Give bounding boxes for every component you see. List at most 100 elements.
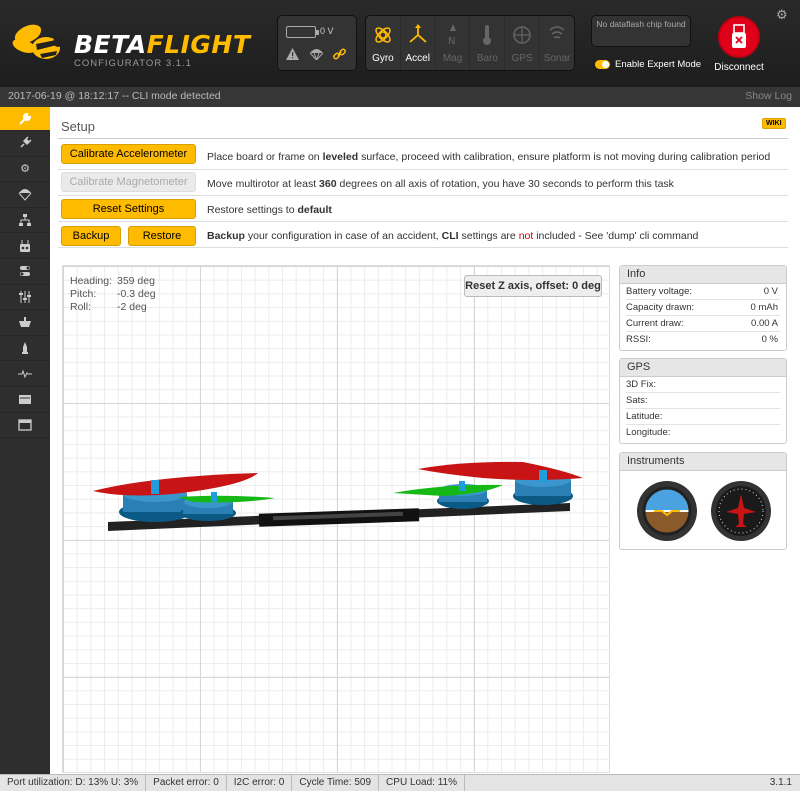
gps-row: Sats: (626, 393, 780, 409)
modes-icon (20, 266, 30, 277)
bee-icon (12, 24, 63, 59)
page-title: Setup (61, 119, 95, 134)
thermometer-icon (483, 25, 492, 45)
wrench-icon (19, 112, 32, 125)
blackbox-icon (19, 395, 31, 405)
nav-pid[interactable] (0, 208, 50, 234)
logo: BETAFLIGHT CONFIGURATOR 3.1.1 (10, 14, 250, 74)
svg-text:N: N (448, 36, 455, 46)
calibrate-magnetometer-button[interactable]: Calibrate Magnetometer (61, 172, 196, 192)
nav-failsafe[interactable] (0, 182, 50, 208)
dataflash-status: No dataflash chip found (591, 15, 691, 47)
show-log-link[interactable]: Show Log (745, 90, 792, 104)
nav-blackbox[interactable] (0, 387, 50, 413)
port-utilization: Port utilization: D: 13% U: 3% (0, 775, 147, 791)
sidebar-nav: ⚙ (0, 107, 50, 774)
row-divider (58, 195, 788, 196)
usb-icon (732, 24, 746, 48)
nav-receiver[interactable] (0, 233, 50, 259)
model-view: Heading: 359 deg Pitch: -0.3 deg Roll: -2 d… (62, 265, 610, 773)
sensor-mag: N Mag (436, 16, 471, 70)
disconnect-label[interactable]: Disconnect (705, 62, 773, 73)
log-status-bar: 2017-06-19 @ 18:12:17 -- CLI mode detect… (0, 87, 800, 107)
sliders-icon (19, 290, 31, 303)
nav-ports[interactable] (0, 131, 50, 157)
heading-indicator (711, 481, 771, 541)
cycle-time: Cycle Time: 509 (292, 775, 380, 791)
info-row: Capacity drawn: 0 mAh (626, 300, 780, 316)
sensor-accel: Accel (401, 16, 436, 70)
backup-description: Backup your configuration in case of an … (207, 230, 699, 242)
calibrate-magnetometer-description: Move multirotor at least 360 degrees on … (207, 178, 674, 190)
cli-icon (18, 419, 32, 431)
network-icon (19, 214, 31, 227)
title-divider (58, 138, 788, 139)
receiver-icon (20, 239, 30, 252)
compass-icon: N (448, 24, 456, 46)
battery-icon (286, 26, 319, 38)
sensor-gps: GPS (505, 16, 541, 70)
setup-tab-content: Setup WIKI Calibrate Accelerometer Place… (50, 107, 800, 774)
parachute-icon (18, 189, 32, 202)
log-line: 2017-06-19 @ 18:12:17 -- CLI mode detect… (8, 90, 221, 102)
motor-icon (19, 317, 31, 328)
expert-mode-label: Enable Expert Mode (615, 59, 702, 70)
sonar-icon (549, 26, 565, 39)
gps-row: 3D Fix: (626, 377, 780, 393)
app-version-subtitle: CONFIGURATOR 3.1.1 (74, 58, 192, 69)
reset-settings-button[interactable]: Reset Settings (61, 199, 196, 219)
nav-adjustments[interactable] (0, 285, 50, 311)
nav-modes[interactable] (0, 259, 50, 285)
toggle-switch[interactable] (595, 60, 610, 69)
nav-cli[interactable] (0, 413, 50, 439)
warning-icon (286, 48, 299, 60)
plug-icon (20, 136, 32, 148)
app-name: BETAFLIGHT (74, 30, 251, 59)
link-icon (333, 48, 346, 60)
attitude-indicator (637, 481, 697, 541)
sensor-sonar: Sonar (540, 16, 574, 70)
disconnect-button[interactable] (718, 16, 760, 58)
instruments-panel: Instruments (619, 452, 787, 550)
gyro-icon (375, 27, 391, 43)
settings-gear-icon[interactable]: ⚙ (776, 7, 788, 23)
info-panel: Info Battery voltage: 0 V Capacity drawn:… (619, 265, 787, 351)
expert-mode-toggle[interactable]: Enable Expert Mode (595, 59, 701, 70)
row-divider (58, 221, 788, 222)
gps-panel-title: GPS (620, 359, 786, 377)
info-row: RSSI: 0 % (626, 334, 778, 345)
gps-row: Latitude: (626, 409, 780, 425)
packet-error: Packet error: 0 (146, 775, 227, 791)
gps-panel: GPS 3D Fix: Sats: Latitude: Longitude: (619, 358, 787, 444)
cpu-load: CPU Load: 11% (379, 775, 466, 791)
parachute-icon (310, 49, 323, 60)
calibrate-accelerometer-button[interactable]: Calibrate Accelerometer (61, 144, 196, 164)
sensors-icon (18, 369, 32, 378)
sensor-indicators: Gyro Accel N Mag Baro GPS Sonar (365, 15, 575, 71)
quadcopter-model (93, 461, 583, 531)
nav-led-strip[interactable] (0, 336, 50, 362)
footer-status-bar: Port utilization: D: 13% U: 3% Packet er… (0, 774, 800, 791)
reset-settings-description: Restore settings to default (207, 204, 332, 216)
nav-setup[interactable] (0, 107, 50, 131)
gear-icon: ⚙ (20, 163, 30, 176)
calibrate-accelerometer-description: Place board or frame on leveled surface,… (207, 151, 771, 163)
accel-icon (409, 24, 427, 43)
gps-row: Longitude: (626, 427, 671, 438)
header-bar: BETAFLIGHT CONFIGURATOR 3.1.1 0 V Gyro A… (0, 0, 800, 87)
nav-sensors[interactable] (0, 361, 50, 387)
nav-configuration[interactable]: ⚙ (0, 157, 50, 183)
backup-button[interactable]: Backup (61, 226, 121, 246)
info-row: Battery voltage: 0 V (626, 284, 780, 300)
sensor-baro: Baro (470, 16, 506, 70)
led-icon (22, 342, 28, 355)
row-divider (58, 169, 788, 170)
version-label: 3.1.1 (769, 777, 792, 788)
row-divider (58, 247, 788, 248)
info-panel-title: Info (620, 266, 786, 284)
nav-motors[interactable] (0, 310, 50, 336)
restore-button[interactable]: Restore (128, 226, 196, 246)
instruments-panel-title: Instruments (620, 453, 786, 471)
battery-status: 0 V (277, 15, 357, 71)
wiki-button[interactable]: WIKI (762, 118, 786, 129)
